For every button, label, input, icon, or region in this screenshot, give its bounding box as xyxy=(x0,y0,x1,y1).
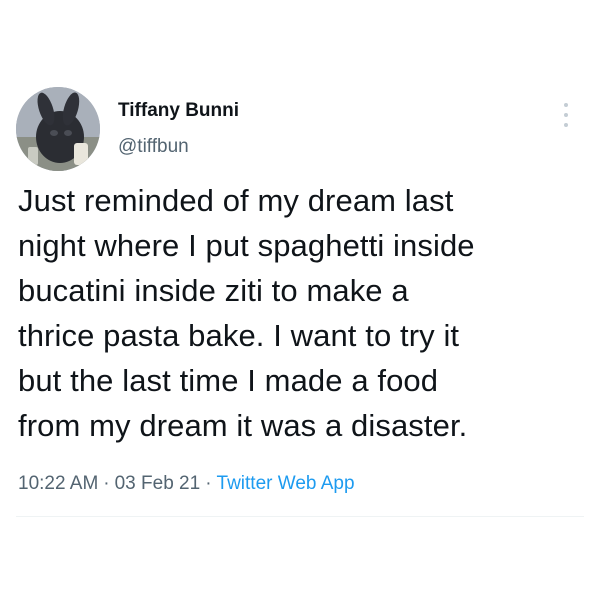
more-dot xyxy=(564,123,568,127)
tweet-card: Tiffany Bunni @tiffbun Just reminded of … xyxy=(0,0,600,600)
author-display-name[interactable]: Tiffany Bunni xyxy=(118,99,239,123)
tweet-date[interactable]: 03 Feb 21 xyxy=(115,473,201,494)
tweet-text: Just reminded of my dream last night whe… xyxy=(18,178,588,448)
meta-separator: · xyxy=(103,473,110,494)
more-dot xyxy=(564,103,568,107)
tweet-text-line: thrice pasta bake. I want to try it xyxy=(18,318,460,353)
meta-separator: · xyxy=(205,473,212,494)
tweet-metadata: 10:22 AM · 03 Feb 21 · Twitter Web App xyxy=(18,472,355,496)
more-dot xyxy=(564,113,568,117)
tweet-text-line: bucatini inside ziti to make a xyxy=(18,273,409,308)
tweet-source-link[interactable]: Twitter Web App xyxy=(217,473,355,494)
tweet-text-line: Just reminded of my dream last xyxy=(18,183,454,218)
divider xyxy=(16,516,584,517)
tweet-time[interactable]: 10:22 AM xyxy=(18,473,98,494)
tweet-text-line: but the last time I made a food xyxy=(18,363,439,398)
author-handle[interactable]: @tiffbun xyxy=(118,135,189,159)
profile-photo-icon xyxy=(16,87,100,171)
more-options-icon[interactable] xyxy=(558,103,574,127)
tweet-text-line: from my dream it was a disaster. xyxy=(18,408,468,443)
avatar[interactable] xyxy=(16,87,100,171)
tweet-text-line: night where I put spaghetti inside xyxy=(18,228,475,263)
